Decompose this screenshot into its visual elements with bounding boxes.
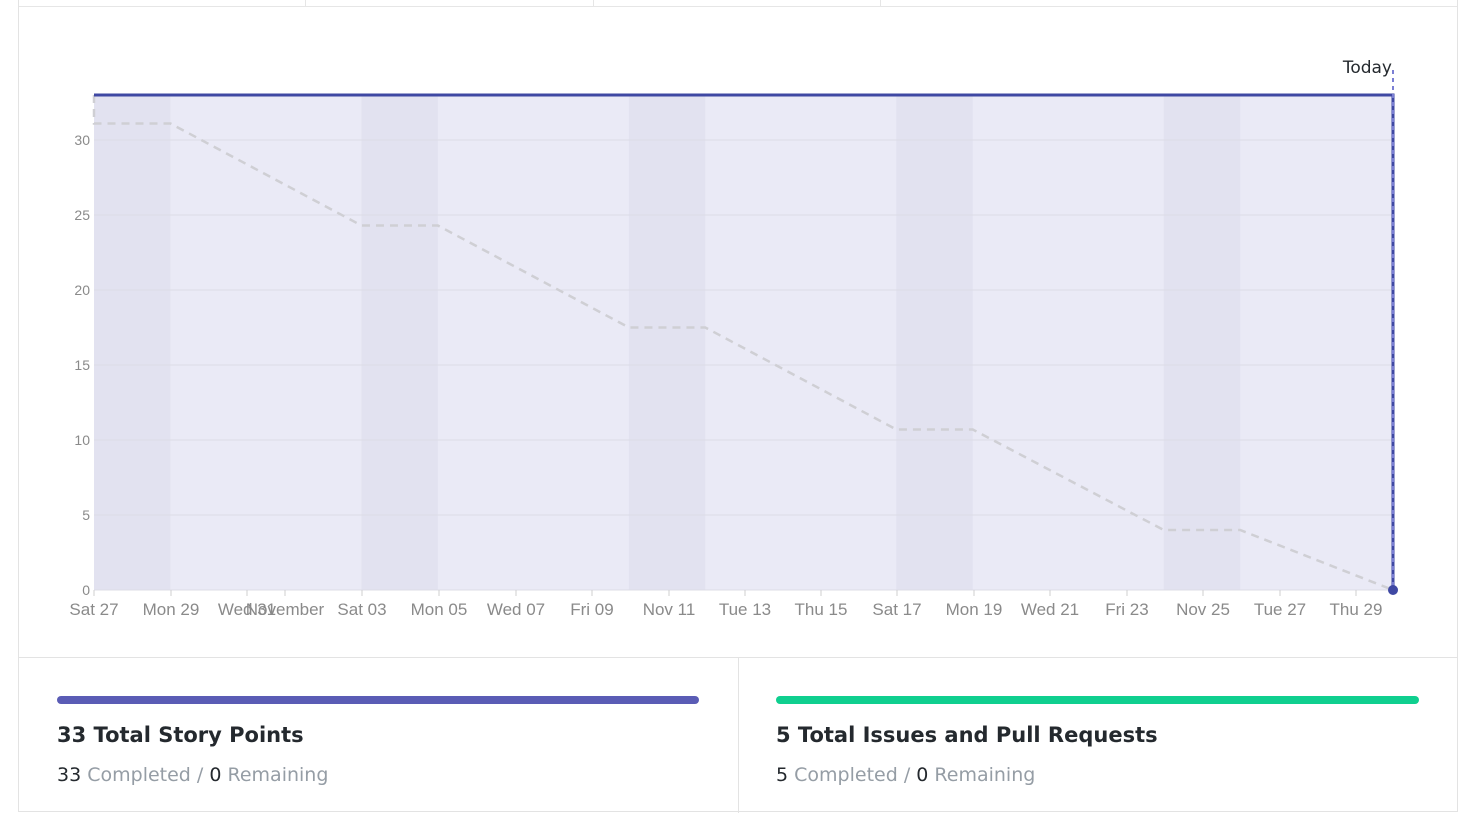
issues-stat: 5 Total Issues and Pull Requests 5 Compl… xyxy=(739,658,1457,813)
story-points-summary: 33 Completed / 0 Remaining xyxy=(57,764,328,786)
story-points-progress-bar xyxy=(57,696,699,704)
story-points-completed-value: 33 xyxy=(57,764,82,786)
y-tick-label: 25 xyxy=(74,207,90,223)
story-points-remaining-value: 0 xyxy=(209,764,222,786)
x-tick-label: Wed 07 xyxy=(487,600,545,619)
x-tick-label: Mon 19 xyxy=(946,600,1003,619)
weekend-band xyxy=(361,95,438,590)
stats-row: 33 Total Story Points 33 Completed / 0 R… xyxy=(19,657,1457,813)
x-tick-label: Thu 15 xyxy=(795,600,848,619)
weekend-band xyxy=(1163,95,1241,590)
y-tick-label: 0 xyxy=(82,582,90,598)
burndown-panel: 0 5 10 15 20 25 30 Sat 27 Mon 29 Wed 31 November Sa… xyxy=(18,0,1458,813)
x-tick-label: Wed 21 xyxy=(1021,600,1079,619)
story-points-title: 33 Total Story Points xyxy=(57,723,304,747)
issues-progress-bar xyxy=(776,696,1419,704)
x-tick-label: Nov 25 xyxy=(1176,600,1230,619)
issues-title: 5 Total Issues and Pull Requests xyxy=(776,723,1158,747)
y-tick-label: 10 xyxy=(74,432,90,448)
x-tick-label: Sat 03 xyxy=(337,600,386,619)
issues-summary: 5 Completed / 0 Remaining xyxy=(776,764,1035,786)
issues-remaining-label: Remaining xyxy=(934,764,1036,786)
weekend-band xyxy=(628,95,706,590)
weekend-band xyxy=(94,95,171,590)
y-tick-label: 5 xyxy=(82,507,90,523)
x-tick-label: Tue 13 xyxy=(719,600,771,619)
y-tick-label: 20 xyxy=(74,282,90,298)
x-tick-label: Nov 11 xyxy=(643,600,696,619)
x-tick-label: Mon 05 xyxy=(411,600,468,619)
x-tick-label: Sat 27 xyxy=(69,600,118,619)
issues-separator: / xyxy=(903,764,911,786)
issues-remaining-value: 0 xyxy=(916,764,929,786)
y-tick-label: 15 xyxy=(74,357,90,373)
story-points-stat: 33 Total Story Points 33 Completed / 0 R… xyxy=(19,658,738,813)
x-tick-label: Thu 29 xyxy=(1330,600,1383,619)
x-tick-label: Fri 23 xyxy=(1105,600,1148,619)
x-tick-label: Tue 27 xyxy=(1254,600,1306,619)
story-points-separator: / xyxy=(196,764,204,786)
today-label: Today xyxy=(1342,58,1392,78)
x-tick-label: Fri 09 xyxy=(570,600,613,619)
x-tick-label: Mon 29 xyxy=(143,600,200,619)
x-tick-label: Sat 17 xyxy=(872,600,921,619)
weekend-band xyxy=(896,95,973,590)
issues-completed-label: Completed xyxy=(794,764,898,786)
x-tick-label: November xyxy=(246,600,325,619)
chart-endpoint-dot xyxy=(1388,585,1398,595)
y-tick-label: 30 xyxy=(74,132,90,148)
burndown-chart: 051015202530Sat 27 Mon 29 Wed 31November Sa… xyxy=(69,58,1398,619)
issues-completed-value: 5 xyxy=(776,764,789,786)
story-points-remaining-label: Remaining xyxy=(227,764,329,786)
story-points-completed-label: Completed xyxy=(87,764,191,786)
